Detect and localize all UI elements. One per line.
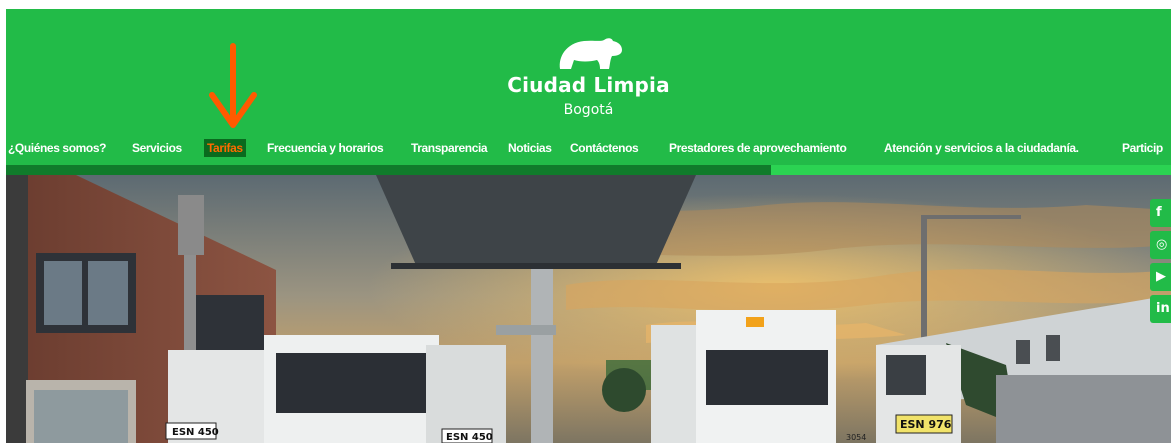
nav-contactenos[interactable]: Contáctenos (570, 138, 639, 158)
linkedin-link[interactable]: in (1150, 295, 1171, 323)
youtube-icon: ▶ (1156, 269, 1166, 284)
arrow-down-icon (209, 43, 257, 128)
instagram-icon: ◎ (1156, 237, 1168, 252)
site-header: Ciudad Limpia Bogotá ¿Quiénes somos? Ser… (6, 9, 1171, 175)
hero-photo-garbage-trucks: ESN 450 ESN 450 ESN 976 3054 (6, 175, 1171, 443)
truck-number: 3054 (846, 433, 866, 442)
nav-quienes-somos[interactable]: ¿Quiénes somos? (8, 138, 106, 158)
plate-right-truck: ESN 976 (900, 418, 952, 431)
plate-left-truck: ESN 450 (172, 427, 219, 438)
social-sidebar: f ◎ ▶ in (1150, 199, 1171, 327)
logo-title: Ciudad Limpia (507, 73, 670, 97)
site-logo[interactable]: Ciudad Limpia Bogotá (6, 35, 1171, 118)
hero-image: ESN 450 ESN 450 ESN 976 3054 (6, 175, 1171, 443)
nav-noticias[interactable]: Noticias (508, 138, 552, 158)
nav-atencion-ciudadania[interactable]: Atención y servicios a la ciudadanía. (884, 138, 1079, 158)
nav-servicios[interactable]: Servicios (132, 138, 182, 158)
linkedin-icon: in (1156, 301, 1170, 316)
plate-left-truck-2: ESN 450 (446, 432, 493, 443)
nav-prestadores-aprovechamiento[interactable]: Prestadores de aprovechamiento (669, 138, 847, 158)
instagram-link[interactable]: ◎ (1150, 231, 1171, 259)
facebook-icon: f (1156, 205, 1162, 220)
youtube-link[interactable]: ▶ (1150, 263, 1171, 291)
nav-frecuencia-horarios[interactable]: Frecuencia y horarios (267, 138, 384, 158)
nav-divider-light (771, 165, 1171, 175)
logo-subtitle: Bogotá (563, 102, 614, 118)
nav-transparencia[interactable]: Transparencia (411, 138, 488, 158)
nav-divider-dark (6, 165, 771, 175)
hippo-logo-icon (559, 38, 622, 69)
nav-tarifas[interactable]: Tarifas (204, 139, 246, 157)
facebook-link[interactable]: f (1150, 199, 1171, 227)
nav-participa[interactable]: Particip (1122, 138, 1163, 158)
